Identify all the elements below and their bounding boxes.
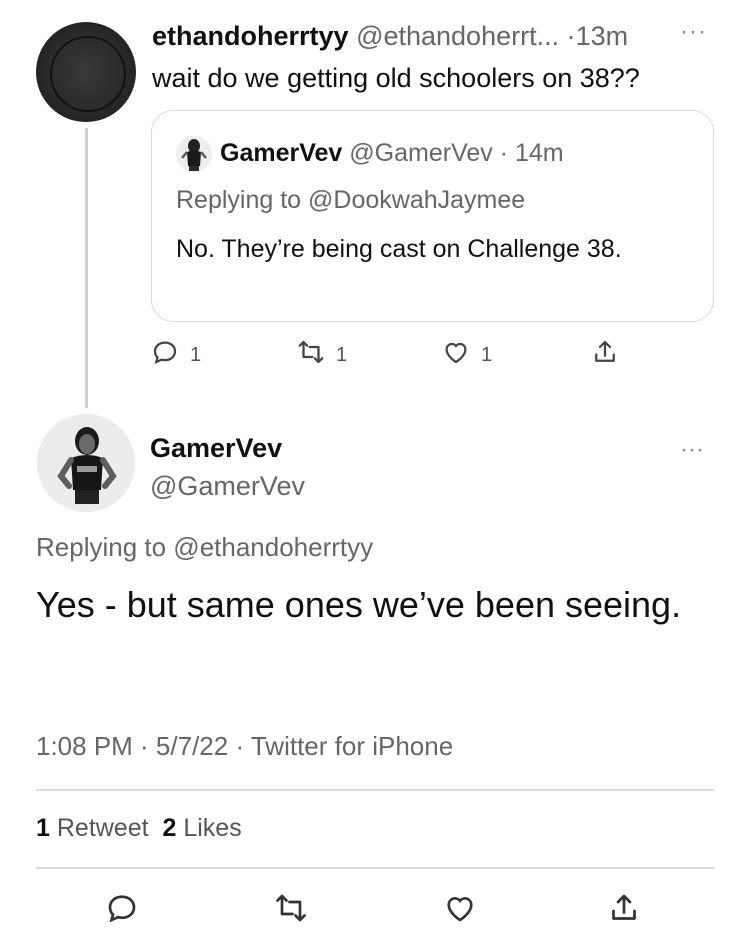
handle[interactable]: @ethandoherrt... <box>356 21 559 51</box>
separator-dot: · <box>566 21 576 51</box>
likes-label[interactable]: Likes <box>183 814 241 842</box>
divider <box>36 789 714 791</box>
quoted-handle: @GamerVev <box>349 139 493 167</box>
tweet-meta: 1:08 PM · 5/7/22 · Twitter for iPhone <box>36 731 454 761</box>
reply-icon[interactable] <box>104 890 140 926</box>
quoted-display-name: GamerVev <box>220 139 343 167</box>
quoted-tweet-header: GamerVev @GamerVev · 14m <box>220 137 564 169</box>
handle[interactable]: @GamerVev <box>150 470 305 502</box>
share-icon <box>590 337 620 373</box>
more-options-icon[interactable]: ··· <box>680 436 704 464</box>
replying-to[interactable]: Replying to @ethandoherrtyy <box>36 530 373 564</box>
likes-count[interactable]: 2 <box>162 814 176 842</box>
quoted-separator: · <box>499 139 509 167</box>
engagement-stats: 1 Retweet 2 Likes <box>36 810 242 846</box>
share-icon[interactable] <box>606 890 642 926</box>
share-action[interactable] <box>590 338 620 372</box>
divider <box>36 867 714 869</box>
thread-line <box>85 128 88 408</box>
avatar-gamervev[interactable] <box>37 414 135 512</box>
quoted-timestamp: 14m <box>515 139 564 167</box>
retweets-label[interactable]: Retweet <box>57 814 149 842</box>
heart-icon[interactable] <box>442 890 478 926</box>
avatar-ethandoherrtyy[interactable] <box>36 22 136 122</box>
quoted-replying-to: Replying to @DookwahJaymee <box>176 186 526 214</box>
timestamp[interactable]: 13m <box>576 21 629 51</box>
tweet-header: ethandoherrtyy @ethandoherrt... ·13m <box>152 20 628 52</box>
reply-action[interactable]: 1 <box>150 338 201 372</box>
avatar-gamervev-small <box>176 136 212 172</box>
more-options-icon[interactable]: ··· <box>680 18 707 46</box>
retweet-icon <box>296 337 326 373</box>
tweet-text: wait do we getting old schoolers on 38?? <box>152 63 640 93</box>
retweets-count[interactable]: 1 <box>36 814 50 842</box>
reply-icon <box>150 337 180 373</box>
like-count: 1 <box>481 343 493 366</box>
quoted-tweet-text: No. They’re being cast on Challenge 38. <box>176 235 622 263</box>
display-name[interactable]: GamerVev <box>150 432 282 464</box>
retweet-icon[interactable] <box>273 890 309 926</box>
reply-count: 1 <box>190 343 202 366</box>
heart-icon <box>441 337 471 373</box>
like-action[interactable]: 1 <box>441 338 492 372</box>
retweet-count: 1 <box>336 343 348 366</box>
display-name[interactable]: ethandoherrtyy <box>152 21 349 51</box>
retweet-action[interactable]: 1 <box>296 338 347 372</box>
tweet-text: Yes - but same ones we’ve been seeing. <box>36 584 682 625</box>
